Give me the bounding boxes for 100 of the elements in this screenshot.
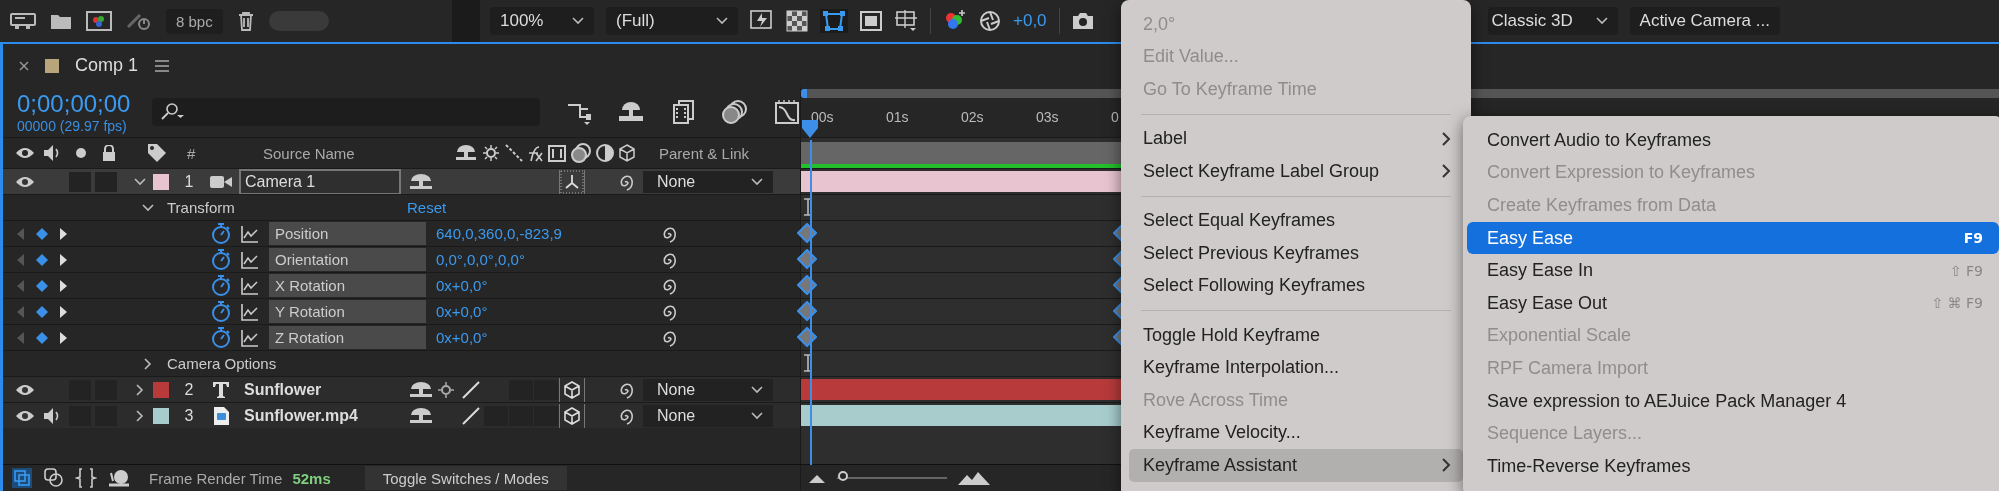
label-color-swatch[interactable] <box>153 381 169 398</box>
column-header[interactable]: # <box>173 144 263 162</box>
resolution-dropdown[interactable]: (Full) <box>606 7 738 35</box>
overlap-icon[interactable] <box>43 467 65 489</box>
graph-icon[interactable] <box>241 302 259 321</box>
property-name[interactable]: X Rotation <box>269 274 426 297</box>
shy-switch-icon[interactable] <box>409 171 433 192</box>
column-header[interactable]: Source Name <box>263 144 455 162</box>
label-color-swatch[interactable] <box>153 407 169 424</box>
property-value[interactable]: 0x+0,0° <box>436 277 648 294</box>
menu-item[interactable]: Save expression to AEJuice Pack Manager 4 <box>1467 384 1999 418</box>
keyframe-diamond-icon[interactable] <box>35 330 49 345</box>
menu-item[interactable]: Keyframe Velocity... <box>1129 416 1463 449</box>
brackets-icon[interactable] <box>75 467 97 489</box>
menu-item[interactable]: Select Following Keyframes <box>1129 269 1463 302</box>
film-icon[interactable] <box>86 11 112 31</box>
exposure-value[interactable]: +0,0 <box>1013 11 1047 31</box>
reset-link[interactable]: Reset <box>407 199 447 216</box>
toggle-switches-button[interactable]: Toggle Switches / Modes <box>364 466 567 490</box>
solo-switch[interactable] <box>69 171 91 192</box>
switch-cell[interactable] <box>534 379 558 400</box>
zoom-out-icon[interactable] <box>807 472 827 484</box>
menu-item[interactable]: Convert Audio to Keyframes <box>1467 124 1999 157</box>
layers-icon[interactable] <box>11 467 33 489</box>
graph-icon[interactable] <box>241 276 259 295</box>
graph-icon[interactable] <box>241 224 259 243</box>
close-icon[interactable] <box>19 60 29 71</box>
stopwatch-icon[interactable] <box>211 326 231 349</box>
stopwatch-icon[interactable] <box>211 248 231 271</box>
stopwatch-icon[interactable] <box>211 222 231 245</box>
next-keyframe-icon[interactable] <box>59 226 69 241</box>
property-value[interactable]: 0x+0,0° <box>436 329 648 346</box>
keyframe-icon[interactable] <box>797 249 817 269</box>
property-name[interactable]: Y Rotation <box>269 300 426 323</box>
bit-depth-button[interactable]: 8 bpc <box>166 8 223 34</box>
3d-layer-switch-icon[interactable] <box>559 403 585 428</box>
menu-item[interactable]: Easy Ease Out ⇧ ⌘ F9 <box>1467 286 1999 320</box>
zoom-dropdown[interactable]: 100% <box>490 7 594 35</box>
parent-dropdown[interactable]: None <box>643 378 773 401</box>
next-keyframe-icon[interactable] <box>59 278 69 293</box>
graph-editor-icon[interactable] <box>774 99 800 125</box>
menu-item[interactable]: Time-Reverse Keyframes <box>1467 449 1999 483</box>
property-name[interactable]: Orientation <box>269 248 426 271</box>
menu-item[interactable]: Keyframe Assistant <box>1129 449 1463 482</box>
camera-icon[interactable] <box>1071 12 1094 30</box>
graph-icon[interactable] <box>241 250 259 269</box>
keyframe-icon[interactable] <box>797 223 817 243</box>
property-name[interactable]: Z Rotation <box>269 326 426 349</box>
region-icon[interactable] <box>860 11 882 31</box>
menu-item[interactable]: Select Equal Keyframes <box>1129 204 1463 237</box>
3d-layer-switch-icon[interactable] <box>559 377 585 402</box>
shy-switch-icon[interactable] <box>409 379 433 400</box>
column-header[interactable]: Parent & Link <box>659 144 750 162</box>
keyframe-diamond-icon[interactable] <box>35 304 49 319</box>
keyframe-diamond-icon[interactable] <box>35 252 49 267</box>
menu-icon[interactable] <box>154 59 171 72</box>
property-group[interactable]: Transform <box>167 199 407 216</box>
graph-icon[interactable] <box>241 328 259 347</box>
keyframe-diamond-icon[interactable] <box>35 226 49 241</box>
label-color-swatch[interactable] <box>153 173 169 190</box>
next-keyframe-icon[interactable] <box>59 304 69 319</box>
shy-icon[interactable] <box>618 100 644 124</box>
motion-blur-icon[interactable] <box>722 99 748 125</box>
keyframe-icon[interactable] <box>797 275 817 295</box>
keyframe-icon[interactable] <box>797 327 817 347</box>
stopwatch-icon[interactable] <box>211 300 231 323</box>
trash-icon[interactable] <box>236 11 255 31</box>
timecode[interactable]: 0;00;00;00 <box>17 90 153 118</box>
property-value[interactable]: 0x+0,0° <box>436 303 648 320</box>
frame-blending-icon[interactable] <box>670 99 696 125</box>
search-field[interactable] <box>152 98 540 126</box>
property-group[interactable]: Camera Options <box>167 355 407 372</box>
next-keyframe-icon[interactable] <box>59 252 69 267</box>
menu-item[interactable]: Keyframe Interpolation... <box>1129 351 1463 384</box>
comp-tab[interactable]: Comp 1 <box>75 55 139 76</box>
menu-item[interactable]: Easy Ease F9 <box>1467 221 1999 255</box>
zoom-in-icon[interactable] <box>957 470 991 486</box>
mask-path-icon[interactable] <box>820 9 848 33</box>
property-name[interactable]: Position <box>269 222 426 245</box>
property-value[interactable]: 0,0°,0,0°,0,0° <box>436 251 648 268</box>
snail-icon[interactable] <box>107 467 131 489</box>
folder-icon[interactable] <box>50 12 72 30</box>
renderer-dropdown[interactable]: Classic 3D <box>1487 7 1618 35</box>
menu-item[interactable]: Easy Ease In ⇧ F9 <box>1467 254 1999 287</box>
menu-item[interactable]: Select Previous Keyframes <box>1129 237 1463 270</box>
property-value[interactable]: 640,0,360,0,-823,9 <box>436 225 648 242</box>
fast-preview-icon[interactable] <box>750 10 774 32</box>
lock-switch[interactable] <box>95 171 117 192</box>
shy-switch-icon[interactable] <box>409 405 433 426</box>
project-list-icon[interactable] <box>10 12 36 30</box>
parent-dropdown[interactable]: None <box>643 170 773 193</box>
guides-icon[interactable] <box>894 9 918 33</box>
switch-cell[interactable] <box>534 405 558 426</box>
menu-item[interactable]: Label <box>1129 122 1463 155</box>
menu-item[interactable]: Select Keyframe Label Group <box>1129 155 1463 188</box>
parent-dropdown[interactable]: None <box>643 404 773 427</box>
menu-item[interactable]: Toggle Hold Keyframe <box>1129 319 1463 352</box>
layer-name[interactable]: Sunflower <box>239 377 401 402</box>
stopwatch-icon[interactable] <box>211 274 231 297</box>
aperture-icon[interactable] <box>979 10 1001 32</box>
